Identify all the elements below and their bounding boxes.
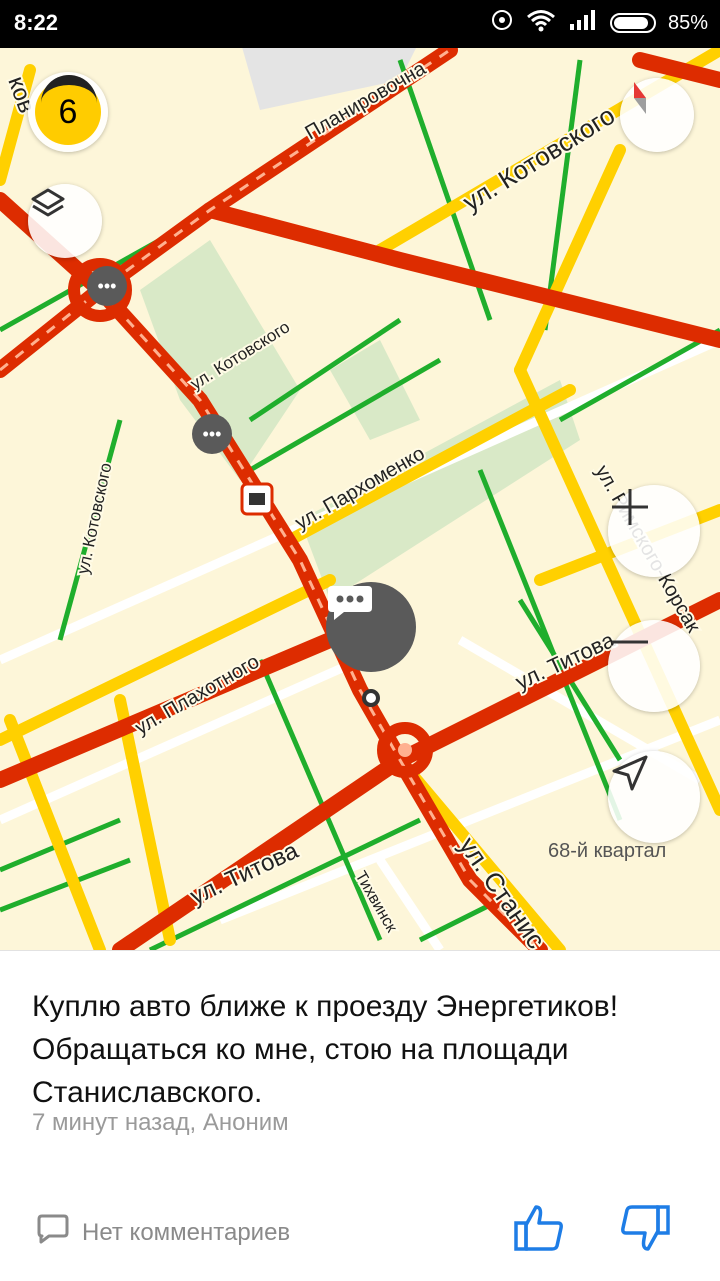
notifications-button[interactable]: 6 <box>28 72 108 152</box>
chat-marker[interactable]: ••• <box>87 266 127 306</box>
status-icons: 85% <box>490 8 708 38</box>
locate-me-button[interactable] <box>608 751 700 843</box>
quarter-label: 68-й квартал <box>548 840 667 862</box>
thumbs-down-icon <box>618 1205 672 1259</box>
post-meta: 7 минут назад, Аноним <box>32 1109 289 1136</box>
battery-percent: 85% <box>667 11 708 34</box>
chat-icon: ••• <box>202 423 222 444</box>
street-label: ул. Титова <box>186 837 303 911</box>
street-label: ул. Станис <box>453 831 551 950</box>
status-bar: 8:22 85% <box>0 0 720 48</box>
compass-button[interactable] <box>620 78 694 152</box>
street-label: ул. Котовского <box>73 461 115 576</box>
dislike-button[interactable] <box>618 1201 672 1260</box>
chat-marker-selected[interactable] <box>326 582 416 672</box>
zoom-in-button[interactable] <box>608 485 700 577</box>
status-time: 8:22 <box>14 10 59 35</box>
layers-button[interactable] <box>28 184 102 258</box>
post-text: Куплю авто ближе к проезду Энергетиков! … <box>32 990 619 1109</box>
notification-badge: 6 <box>35 75 101 145</box>
chat-marker[interactable]: ••• <box>192 414 232 454</box>
notification-count: 6 <box>58 92 78 131</box>
chat-icon: ••• <box>97 275 117 296</box>
comments-link[interactable]: Нет комментариев <box>36 1213 290 1252</box>
wifi-icon <box>526 8 556 38</box>
post-card: Куплю авто ближе к проезду Энергетиков! … <box>0 950 720 1281</box>
comment-icon <box>36 1213 70 1252</box>
like-button[interactable] <box>512 1201 566 1260</box>
signal-icon <box>568 8 598 38</box>
map-view[interactable]: Планировочна ул. Котовского ул. Котовско… <box>0 48 720 950</box>
hotspot-icon <box>490 8 514 38</box>
thumbs-up-icon <box>512 1205 566 1259</box>
zoom-out-button[interactable] <box>608 620 700 712</box>
battery-icon <box>609 13 656 33</box>
comments-label: Нет комментариев <box>82 1218 291 1246</box>
